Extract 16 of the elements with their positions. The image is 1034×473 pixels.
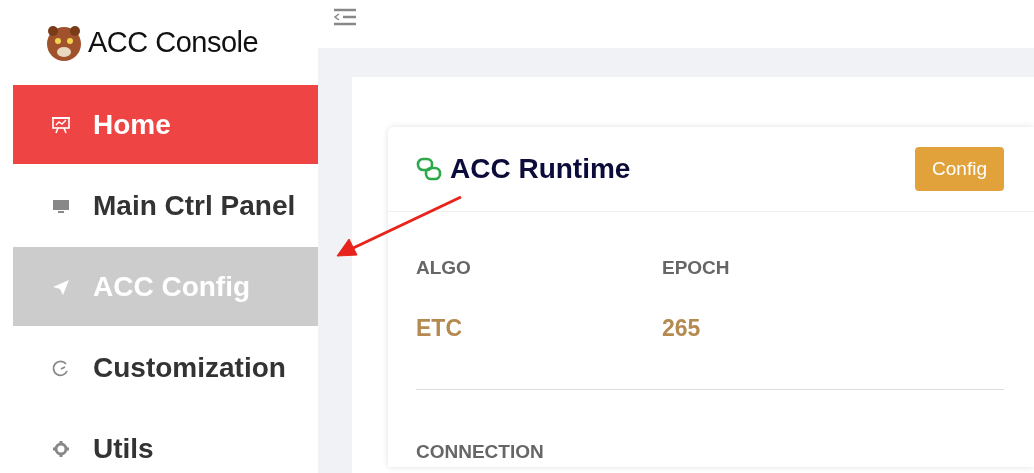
menu-collapse-icon[interactable] <box>334 8 356 26</box>
stat-label: EPOCH <box>662 256 731 280</box>
sidebar-item[interactable]: Home <box>13 85 318 164</box>
gauge-icon <box>51 357 71 378</box>
sidebar-item[interactable]: Main Ctrl Panel <box>13 166 318 245</box>
app-title: ACC Console <box>88 24 259 60</box>
stat-value: ETC <box>416 313 463 343</box>
stat-label: ALGO <box>416 256 472 280</box>
card-title: ACC Runtime <box>450 152 631 186</box>
gear-icon <box>51 438 71 459</box>
presentation-chart-icon <box>51 114 71 135</box>
link-icon <box>416 157 442 181</box>
section-label: CONNECTION <box>416 440 545 464</box>
sidebar-item[interactable]: Customization <box>13 328 318 407</box>
sidebar-item[interactable]: Utils <box>13 409 318 473</box>
stat-value: 265 <box>662 313 702 343</box>
